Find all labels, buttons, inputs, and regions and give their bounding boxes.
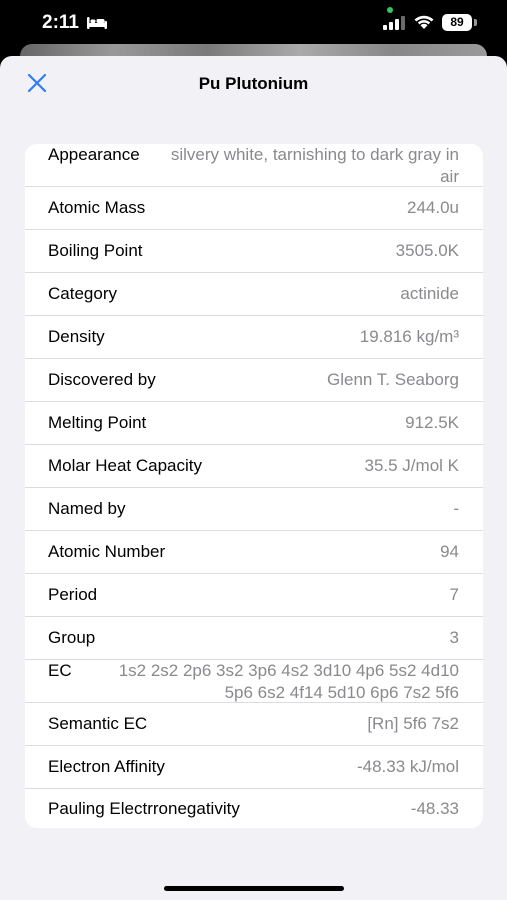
property-label: Semantic EC [48, 714, 148, 733]
property-value: -48.33 [410, 798, 459, 818]
property-row-named-by: Named by - [25, 488, 483, 531]
modal-sheet: Pu Plutonium Appearance silvery white, t… [0, 56, 507, 900]
status-time: 2:11 [42, 12, 79, 33]
property-row-density: Density 19.816 kg/m³ [25, 316, 483, 359]
property-row-atomic-number: Atomic Number 94 [25, 531, 483, 574]
property-value: -48.33 kJ/mol [356, 757, 459, 776]
property-row-appearance: Appearance silvery white, tarnishing to … [25, 144, 483, 187]
property-value: Glenn T. Seaborg [327, 370, 459, 389]
home-indicator [164, 886, 344, 891]
property-label: Appearance [48, 145, 140, 164]
property-label: Electron Affinity [48, 757, 165, 776]
property-label: Density [48, 327, 105, 346]
property-row-pauling-electronegativity: Pauling Electrronegativity -48.33 [25, 789, 483, 828]
property-label: Boiling Point [48, 241, 143, 260]
privacy-indicator-dot [387, 7, 393, 13]
property-value: [Rn] 5f6 7s2 [367, 714, 459, 733]
property-value: actinide [400, 284, 459, 303]
battery-tip [474, 19, 477, 26]
property-row-category: Category actinide [25, 273, 483, 316]
property-value: 3505.0K [395, 241, 459, 260]
property-label: Atomic Mass [48, 198, 146, 217]
property-label: Molar Heat Capacity [48, 456, 203, 475]
property-row-period: Period 7 [25, 574, 483, 617]
property-row-ec: EC 1s2 2s2 2p6 3s2 3p6 4s2 3d10 4p6 5s2 … [25, 660, 483, 703]
property-value: 912.5K [405, 413, 459, 432]
battery-indicator: 89 [442, 14, 472, 31]
property-value: - [453, 499, 459, 518]
property-row-boiling-point: Boiling Point 3505.0K [25, 230, 483, 273]
property-row-atomic-mass: Atomic Mass 244.0u [25, 187, 483, 230]
page-title: Pu Plutonium [198, 74, 309, 93]
property-label: Period [48, 585, 98, 604]
property-label: Group [48, 628, 96, 647]
property-list: Appearance silvery white, tarnishing to … [25, 144, 483, 828]
property-row-electron-affinity: Electron Affinity -48.33 kJ/mol [25, 746, 483, 789]
property-value: 94 [440, 542, 459, 561]
wifi-icon [414, 15, 434, 29]
property-label: EC [48, 661, 72, 680]
property-label: Discovered by [48, 370, 156, 389]
property-row-group: Group 3 [25, 617, 483, 660]
property-label: Named by [48, 499, 126, 518]
property-value: 244.0u [407, 198, 459, 217]
property-label: Pauling Electrronegativity [48, 798, 240, 818]
property-label: Atomic Number [48, 542, 166, 561]
property-value: 7 [449, 585, 459, 604]
property-label: Melting Point [48, 413, 147, 432]
property-row-molar-heat-capacity: Molar Heat Capacity 35.5 J/mol K [25, 445, 483, 488]
property-row-discovered-by: Discovered by Glenn T. Seaborg [25, 359, 483, 402]
property-value: 19.816 kg/m³ [359, 327, 459, 346]
property-value: 1s2 2s2 2p6 3s2 3p6 4s2 3d10 4p6 5s2 4d1… [118, 661, 459, 702]
property-value: 35.5 J/mol K [364, 456, 460, 475]
property-row-melting-point: Melting Point 912.5K [25, 402, 483, 445]
cellular-signal-icon [383, 16, 405, 30]
property-label: Category [48, 284, 117, 303]
status-bar: 2:11 89 [0, 0, 507, 50]
property-row-semantic-ec: Semantic EC [Rn] 5f6 7s2 [25, 703, 483, 746]
property-value: 3 [449, 628, 459, 647]
property-value: silvery white, tarnishing to dark gray i… [170, 145, 459, 186]
bed-icon [87, 17, 107, 29]
